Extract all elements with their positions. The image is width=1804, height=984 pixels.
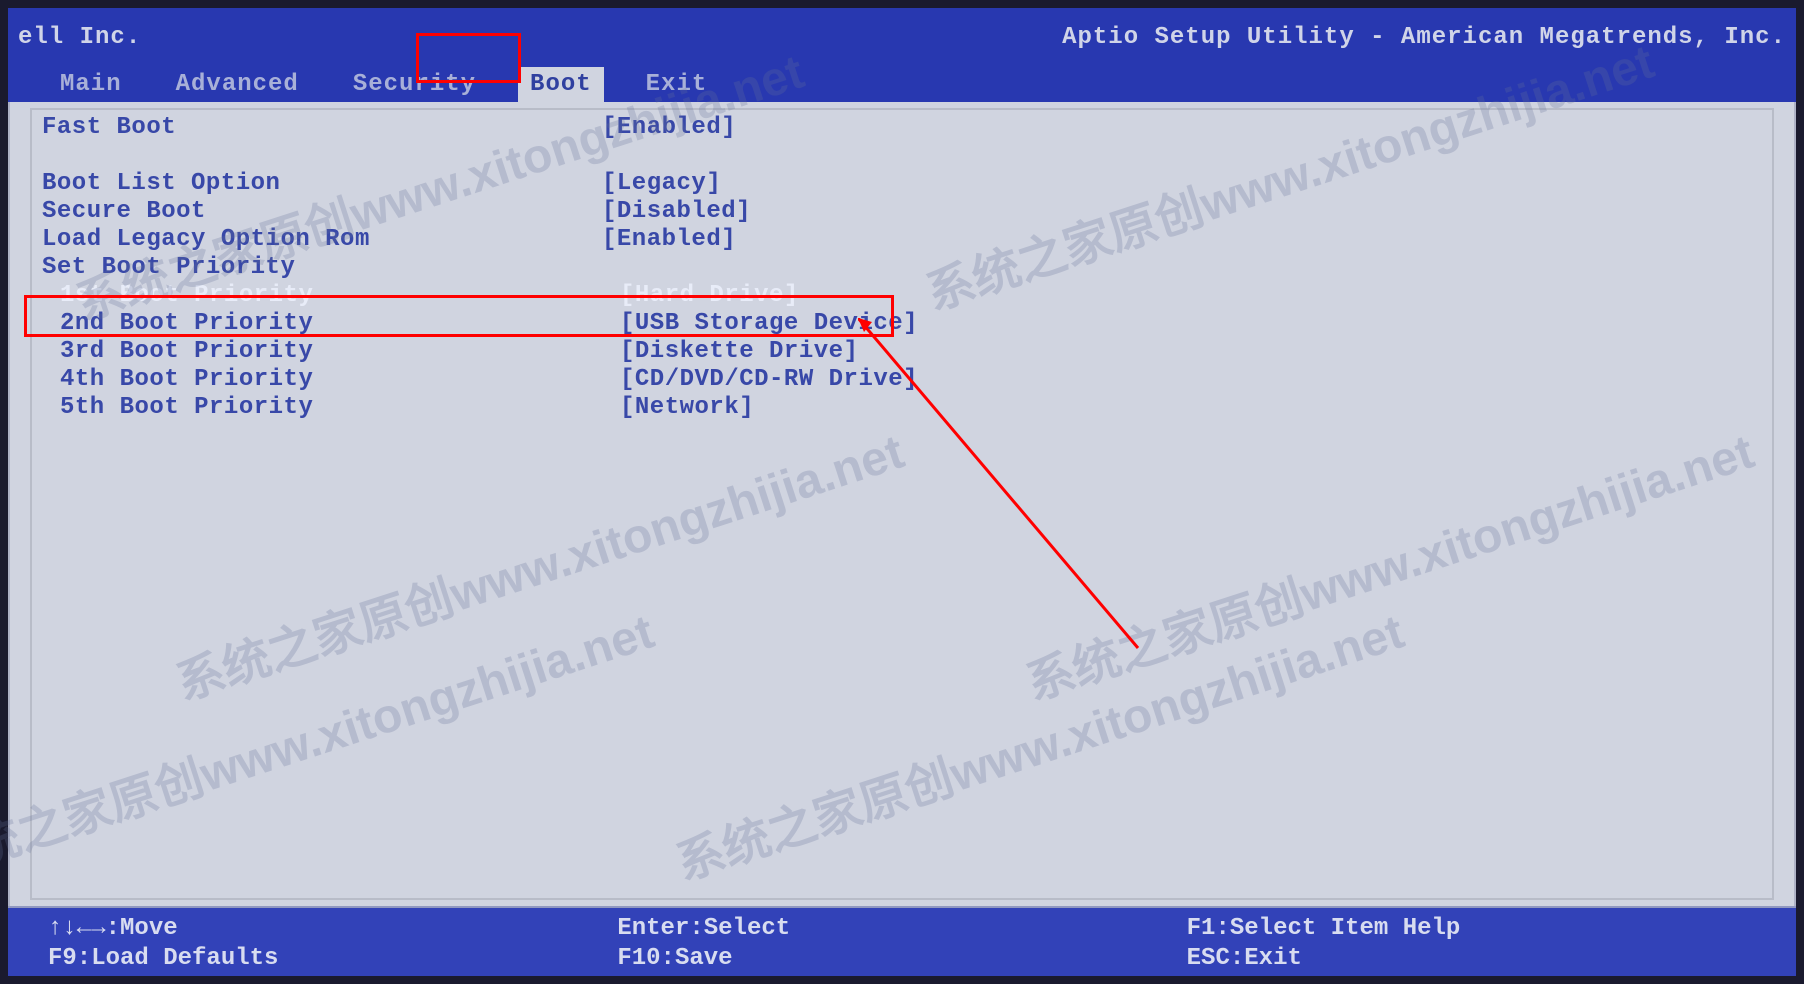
utility-title: Aptio Setup Utility - American Megatrend… [1062,24,1786,51]
option-label: Boot List Option [42,170,602,198]
option-value: [Diskette Drive] [620,338,858,366]
option-secure-boot[interactable]: Secure Boot [Disabled] [42,198,1762,226]
hint-move: ↑↓←→:Move [48,914,617,944]
option-1st-boot[interactable]: 1st Boot Priority [Hard Drive] [42,282,1762,310]
option-label: 2nd Boot Priority [60,310,620,338]
spacer [42,142,1762,170]
option-set-boot-priority[interactable]: Set Boot Priority [42,254,1762,282]
content-area: Fast Boot [Enabled] Boot List Option [Le… [8,102,1796,906]
option-value: [Hard Drive] [620,282,799,310]
option-label: 4th Boot Priority [60,366,620,394]
option-value: [Network] [620,394,754,422]
option-2nd-boot[interactable]: 2nd Boot Priority [USB Storage Device] [42,310,1762,338]
option-value: [Disabled] [602,198,751,226]
option-3rd-boot[interactable]: 3rd Boot Priority [Diskette Drive] [42,338,1762,366]
tab-bar: Main Advanced Security Boot Exit [8,66,1796,102]
content-border: Fast Boot [Enabled] Boot List Option [Le… [30,108,1774,900]
option-value: [Enabled] [602,114,736,142]
bios-screen: ell Inc. Aptio Setup Utility - American … [0,0,1804,984]
option-label: 5th Boot Priority [60,394,620,422]
option-load-legacy[interactable]: Load Legacy Option Rom [Enabled] [42,226,1762,254]
option-fast-boot[interactable]: Fast Boot [Enabled] [42,114,1762,142]
vendor-name: ell Inc. [18,24,141,51]
option-value: [Legacy] [602,170,721,198]
option-value: [CD/DVD/CD-RW Drive] [620,366,918,394]
option-label: 1st Boot Priority [60,282,620,310]
option-value: [USB Storage Device] [620,310,918,338]
tab-advanced[interactable]: Advanced [164,67,311,102]
option-5th-boot[interactable]: 5th Boot Priority [Network] [42,394,1762,422]
hint-exit: ESC:Exit [1187,944,1756,974]
hint-select: Enter:Select [617,914,1186,944]
tab-exit[interactable]: Exit [634,67,720,102]
hint-help: F1:Select Item Help [1187,914,1756,944]
hint-defaults: F9:Load Defaults [48,944,617,974]
tab-boot[interactable]: Boot [518,67,604,102]
tab-main[interactable]: Main [48,67,134,102]
option-label: Load Legacy Option Rom [42,226,602,254]
option-boot-list[interactable]: Boot List Option [Legacy] [42,170,1762,198]
header-bar: ell Inc. Aptio Setup Utility - American … [8,8,1796,66]
footer-row-1: ↑↓←→:Move Enter:Select F1:Select Item He… [48,914,1756,944]
option-label: 3rd Boot Priority [60,338,620,366]
option-label: Secure Boot [42,198,602,226]
option-label: Fast Boot [42,114,602,142]
option-label: Set Boot Priority [42,254,602,282]
footer-row-2: F9:Load Defaults F10:Save ESC:Exit [48,944,1756,974]
tab-security[interactable]: Security [341,67,488,102]
footer-bar: ↑↓←→:Move Enter:Select F1:Select Item He… [8,906,1796,976]
hint-save: F10:Save [617,944,1186,974]
option-value: [Enabled] [602,226,736,254]
option-4th-boot[interactable]: 4th Boot Priority [CD/DVD/CD-RW Drive] [42,366,1762,394]
